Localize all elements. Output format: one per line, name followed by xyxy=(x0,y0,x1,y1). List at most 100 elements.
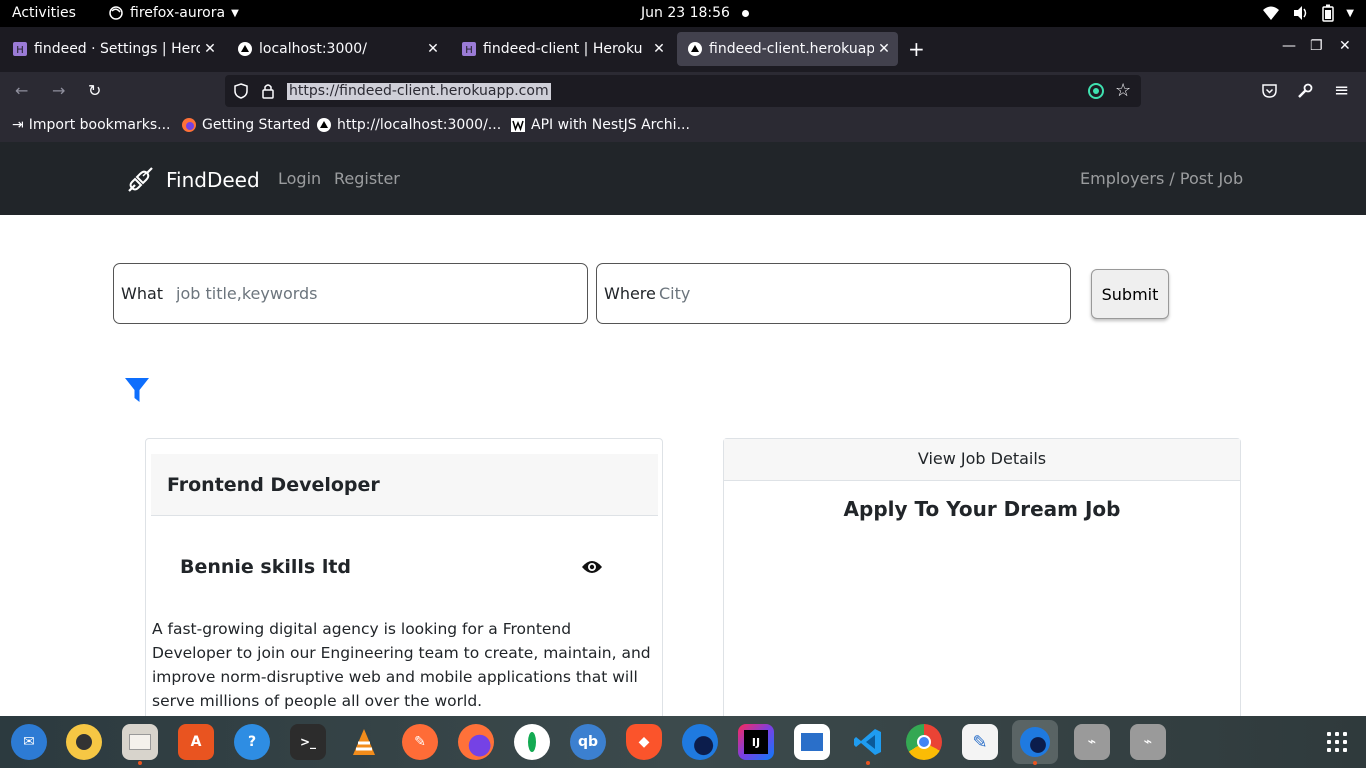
firefox-aurora-icon xyxy=(109,6,123,20)
filter-icon[interactable] xyxy=(124,377,150,403)
wifi-icon xyxy=(1263,6,1280,20)
bookmark-nestjs[interactable]: API with NestJS Archi... xyxy=(510,117,690,133)
text-editor-icon[interactable]: ✎ xyxy=(962,724,998,760)
app-name: firefox-aurora xyxy=(130,5,226,21)
firefox-aurora-icon[interactable] xyxy=(1012,720,1058,764)
tab-findeed-client-heroku[interactable]: H findeed-client | Heroku ✕ xyxy=(451,32,673,66)
chrome-icon[interactable] xyxy=(906,724,942,760)
register-link[interactable]: Register xyxy=(334,169,400,188)
shield-icon[interactable] xyxy=(233,83,249,99)
firefox-icon xyxy=(182,118,196,132)
bookmark-getting-started[interactable]: Getting Started xyxy=(181,117,310,133)
where-input[interactable] xyxy=(659,284,1070,303)
job-details-panel: View Job Details Apply To Your Dream Job xyxy=(723,438,1241,738)
running-indicator xyxy=(1033,761,1037,765)
tab-title: findeed-client | Heroku xyxy=(483,41,643,57)
what-label: What xyxy=(121,284,164,303)
volume-icon xyxy=(1294,6,1307,20)
tab-strip: H findeed · Settings | Heroku ✕ localhos… xyxy=(0,27,1366,72)
pocket-icon[interactable] xyxy=(1261,83,1278,99)
close-window-button[interactable]: ✕ xyxy=(1339,38,1351,54)
libreoffice-writer-icon[interactable] xyxy=(794,724,830,760)
bookmarks-bar: ⇥ Import bookmarks... Getting Started ht… xyxy=(0,110,1366,142)
nextjs-icon xyxy=(317,118,331,132)
maximize-button[interactable]: ❐ xyxy=(1310,38,1323,54)
usb-drive-icon[interactable]: ⌁ xyxy=(1130,724,1166,760)
job-card-header: Frontend Developer xyxy=(151,454,658,516)
brave-icon[interactable]: ◆ xyxy=(626,724,662,760)
heroku-icon: H xyxy=(12,41,28,57)
wrench-icon[interactable] xyxy=(1297,83,1313,99)
terminal-icon[interactable]: >_ xyxy=(290,724,326,760)
where-label: Where xyxy=(604,284,656,303)
firefox-icon[interactable] xyxy=(458,724,494,760)
employers-post-job-link[interactable]: Employers / Post Job xyxy=(1080,169,1243,188)
clock[interactable]: Jun 23 18:56 xyxy=(641,5,749,21)
heroku-icon: H xyxy=(461,41,477,57)
tab-title: findeed-client.herokuapp.com xyxy=(709,41,874,57)
login-link[interactable]: Login xyxy=(278,169,321,188)
job-details-header: View Job Details xyxy=(724,439,1240,481)
reload-button[interactable]: ↻ xyxy=(88,81,101,100)
tab-title: findeed · Settings | Heroku xyxy=(34,41,200,57)
chevron-down-icon: ▼ xyxy=(1346,7,1354,19)
job-card[interactable]: Frontend Developer Bennie skills ltd A f… xyxy=(145,438,663,738)
close-icon[interactable]: ✕ xyxy=(200,41,220,57)
svg-text:H: H xyxy=(16,45,24,56)
mongodb-compass-icon[interactable] xyxy=(514,724,550,760)
close-icon[interactable]: ✕ xyxy=(423,41,443,57)
url-text[interactable]: https://findeed-client.herokuapp.com xyxy=(287,83,551,100)
star-icon[interactable]: ☆ xyxy=(1115,80,1131,101)
hamburger-menu-icon[interactable]: ≡ xyxy=(1334,80,1349,101)
running-indicator xyxy=(866,761,870,765)
tab-localhost[interactable]: localhost:3000/ ✕ xyxy=(227,32,447,66)
brand-name: FindDeed xyxy=(166,168,260,192)
vscode-icon[interactable] xyxy=(850,724,886,760)
vlc-icon[interactable] xyxy=(346,724,382,760)
firefox-developer-icon[interactable] xyxy=(682,724,718,760)
rhythmbox-icon[interactable] xyxy=(66,724,102,760)
what-input[interactable] xyxy=(176,284,587,303)
lock-icon[interactable] xyxy=(261,83,275,99)
brand-link[interactable]: FindDeed xyxy=(126,166,260,194)
extension-icon[interactable] xyxy=(1088,83,1104,99)
eye-icon[interactable] xyxy=(581,559,603,575)
bookmark-label: http://localhost:3000/... xyxy=(337,117,502,133)
job-title: Frontend Developer xyxy=(167,474,380,496)
app-menu[interactable]: firefox-aurora ▼ xyxy=(108,5,239,21)
submit-button[interactable]: Submit xyxy=(1091,269,1169,319)
files-icon[interactable] xyxy=(122,724,158,760)
svg-text:H: H xyxy=(465,45,473,56)
tab-findeed-client-app[interactable]: findeed-client.herokuapp.com ✕ xyxy=(677,32,898,66)
site-navbar: FindDeed Login Register Employers / Post… xyxy=(0,142,1366,215)
intellij-icon[interactable]: IJ xyxy=(738,724,774,760)
new-tab-button[interactable]: + xyxy=(908,37,925,61)
software-icon[interactable]: A xyxy=(178,724,214,760)
help-icon[interactable]: ? xyxy=(234,724,270,760)
system-top-bar: Activities firefox-aurora ▼ Jun 23 18:56… xyxy=(0,0,1366,27)
back-button[interactable]: ← xyxy=(15,81,28,100)
bookmark-localhost[interactable]: http://localhost:3000/... xyxy=(316,117,501,133)
close-icon[interactable]: ✕ xyxy=(874,41,894,57)
chevron-down-icon: ▼ xyxy=(231,7,239,19)
where-field: Where xyxy=(596,263,1071,324)
tab-findeed-settings[interactable]: H findeed · Settings | Heroku ✕ xyxy=(2,32,224,66)
url-bar[interactable]: https://findeed-client.herokuapp.com ☆ xyxy=(225,75,1141,107)
show-applications-icon[interactable] xyxy=(1327,732,1347,752)
forward-button[interactable]: → xyxy=(52,81,65,100)
activities-button[interactable]: Activities xyxy=(12,5,76,21)
job-description: A fast-growing digital agency is looking… xyxy=(152,620,651,710)
minimize-button[interactable]: — xyxy=(1282,38,1296,54)
running-indicator xyxy=(138,761,142,765)
bookmark-import[interactable]: ⇥ Import bookmarks... xyxy=(12,117,171,133)
wanago-icon xyxy=(511,118,525,132)
job-details-heading: Apply To Your Dream Job xyxy=(843,497,1121,521)
postman-icon[interactable]: ✎ xyxy=(402,724,438,760)
qbittorrent-icon[interactable]: qb xyxy=(570,724,606,760)
usb-drive-icon[interactable]: ⌁ xyxy=(1074,724,1110,760)
nextjs-icon xyxy=(687,41,703,57)
system-tray[interactable]: ▼ xyxy=(1262,4,1354,22)
thunderbird-icon[interactable]: ✉ xyxy=(11,724,47,760)
import-icon: ⇥ xyxy=(12,117,24,133)
close-icon[interactable]: ✕ xyxy=(649,41,669,57)
